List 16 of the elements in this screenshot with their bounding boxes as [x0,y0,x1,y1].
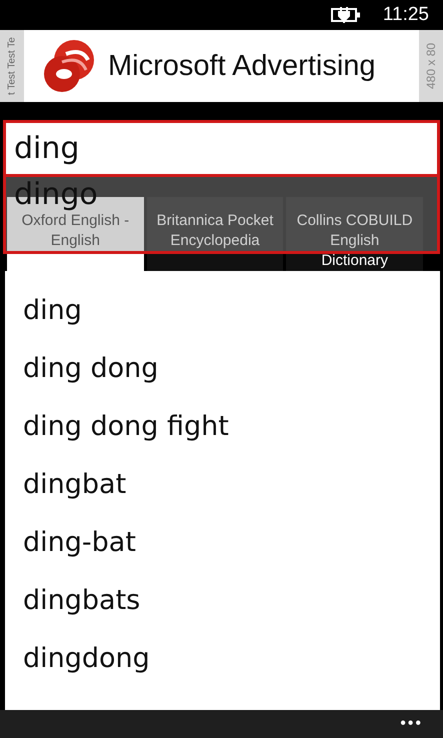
more-button[interactable]: ••• [400,715,423,733]
dictionary-tab[interactable]: Britannica Pocket Encyclopedia [146,197,284,271]
ad-side-label: t Test Test Te [0,30,24,102]
result-item[interactable]: ding-bat [5,514,440,572]
result-item[interactable]: dingdong [5,630,440,688]
battery-charging-icon [330,7,361,23]
result-item[interactable]: ding dong fight [5,398,440,456]
clock-time: 11:25 [382,4,429,26]
result-item[interactable]: dingbats [5,572,440,630]
search-field[interactable]: ding [3,120,440,177]
dictionary-tab[interactable]: Collins COBUILD English Dictionary [286,197,424,271]
result-item[interactable]: ding [5,282,440,340]
result-item[interactable]: ding dong [5,340,440,398]
result-item[interactable]: dingbat [5,456,440,514]
ad-size-label: 480 x 80 [419,30,443,102]
brand-name: Microsoft Advertising [108,50,376,82]
